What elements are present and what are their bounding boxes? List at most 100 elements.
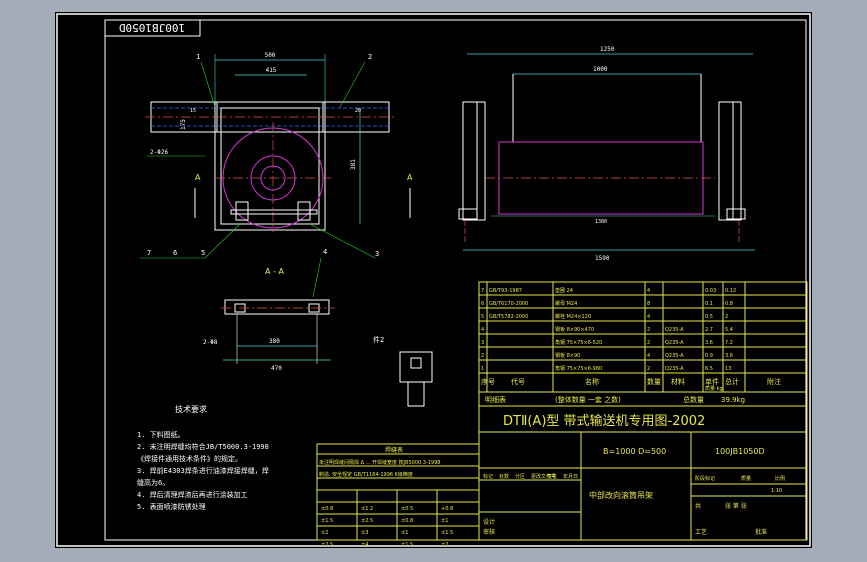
weld-cell: ±2 [441, 542, 448, 548]
bom-cell: 5 [481, 314, 484, 320]
tech-req-title: 技术要求 [175, 404, 207, 414]
dim-side-2: 1590 [595, 255, 610, 262]
weld-table [316, 443, 480, 541]
bom-cell: GB/T93-1987 [489, 288, 522, 294]
balloon-5: 5 [201, 249, 205, 257]
bom-cell: 8 [647, 301, 650, 307]
bom-header-cell: 代号 [511, 377, 525, 386]
revision-header-cell: 标记 [483, 473, 493, 480]
signer-label: 审核 [483, 528, 495, 536]
tech-note-4: 缝高为6。 [137, 478, 169, 487]
tech-note-5: 4. 焊后清理焊渣后再进行涂装加工 [137, 490, 248, 499]
revision-header-cell: 签名 [547, 473, 557, 480]
weld-cell: ±2 [321, 530, 328, 536]
tech-note-6: 5. 表面喷漆防锈处理 [137, 502, 206, 511]
section-arrow-left-label: A [195, 173, 201, 182]
part-2-detail: 件2 [373, 335, 433, 407]
bom-cell: 4 [481, 327, 484, 333]
weld-cell: ±1.5 [401, 542, 413, 548]
stage-label: 阶段标记 [695, 475, 715, 482]
bom-cell: 13 [725, 366, 731, 372]
weld-cell: ±1 [441, 518, 448, 524]
bom-cell: 4 [647, 288, 650, 294]
bom-cell: 垫圈 24 [555, 287, 573, 294]
bom-header-cell: 附注 [767, 377, 781, 386]
bom-cell: 0.12 [725, 288, 736, 294]
bom-detail-note: (整体数量 一套 之数) [555, 395, 621, 404]
total-mass-value: 39.9kg [721, 396, 745, 404]
weld-cell: ±0.8 [401, 518, 413, 524]
tech-note-3: 3. 焊前E4303焊条进行油漆焊接焊缝，焊 [137, 466, 269, 475]
weld-cell: ±1 [401, 530, 408, 536]
bom-cell: 螺栓 M24×120 [555, 313, 591, 320]
bom-header-cell: 总计 [725, 377, 739, 386]
tech-note-2: 《焊接件通用技术条件》的规定。 [137, 454, 242, 463]
balloon-2: 2 [368, 53, 372, 61]
bom-cell: 2 [647, 340, 650, 346]
drawing-sheet: 100JB1050D 500 415 381 175 15 20 2-Φ26 A… [55, 12, 812, 548]
rotated-number-box: 100JB1050D [104, 19, 201, 37]
bom-cell: 2.7 [705, 327, 713, 333]
dim-side-0: 1250 [600, 46, 615, 53]
bom-header-cell: 序号 [481, 377, 495, 386]
part-name: 中部改向滚筒吊架 [589, 490, 653, 500]
section-arrow-right-label: A [407, 173, 413, 182]
bom-cell: 0.1 [705, 301, 713, 307]
weld-cell: ±4 [361, 542, 368, 548]
dim-side-3: 1380 [595, 219, 607, 225]
scale-label: 比例 [775, 475, 785, 482]
bom-cell: 钢板 8×90×470 [555, 326, 594, 333]
tech-requirements: 技术要求 1. 下料图纸。 2. 未注明焊缝均符合JB/T5000.3-1998… [137, 404, 269, 511]
bom-cell: 1 [481, 366, 484, 372]
signer-label: 工艺 [695, 528, 707, 536]
bom-cell: 3.6 [725, 353, 733, 359]
bom-cell: Q235-A [665, 366, 684, 372]
balloon-6: 6 [173, 249, 177, 257]
dim-front-0: 500 [265, 52, 276, 59]
bom-cell: 钢板 8×90 [555, 352, 580, 359]
dim-front-5: 20 [355, 108, 361, 114]
bom-cell: 3.6 [705, 340, 713, 346]
bom-detail-label: 明细表 [485, 395, 506, 404]
dim-front-2: 175 [180, 119, 187, 130]
bom-cell: Q235-A [665, 327, 684, 333]
bom-header-cell: 材料 [671, 377, 685, 386]
drawing-no-text: 100JB1050D [715, 447, 765, 456]
bom-cell: 6.5 [705, 366, 713, 372]
revision-header-cell: 分区 [515, 473, 525, 480]
bom-header-cell: 数量 [647, 377, 661, 386]
weld-cell: ±0.5 [401, 506, 413, 512]
bom-weight-unit: 质量 kg [705, 385, 723, 392]
balloon-3: 3 [375, 250, 379, 258]
signer-label: 设计 [483, 518, 495, 526]
spec-text: B=1000 D=500 [603, 447, 666, 456]
weld-cell: ±1.2 [361, 506, 373, 512]
weld-table-row2: 制造. 安全规定 GB/T1184-1996 K级精度 [319, 471, 413, 478]
rotated-drawing-number: 100JB1050D [119, 21, 185, 34]
bom-cell: 7 [481, 288, 484, 294]
bom-cell: Q235-A [665, 353, 684, 359]
section-title: A - A [265, 267, 284, 276]
note-mark: 件2 [373, 335, 384, 344]
bom-cell: 0.9 [705, 353, 713, 359]
sheet-label: 共 [695, 502, 701, 510]
revision-header-cell: 年月日 [563, 473, 578, 480]
bom-cell: 0.8 [725, 301, 733, 307]
bom-cell: 3 [481, 340, 484, 346]
weld-table-rows: ±0.8 ±1.2 ±0.5 +0.8 ±1.5 ±2.5 ±0.8 ±1 ±2 ±3 ±1 ±1.5… [321, 506, 453, 548]
sheet-of: 张 第 张 [725, 502, 747, 510]
weld-cell: ±1.5 [441, 530, 453, 536]
signer-labels: 设计审核 工艺 批准 [483, 518, 767, 536]
model-title: DTⅡ(A)型 带式输送机专用图-2002 [503, 413, 705, 429]
bom-rows: 7 GB/T93-1987 垫圈 24 4 0.03 0.126 GB/T6170-2000… [479, 287, 807, 374]
scale-value: 1:10 [771, 488, 782, 494]
bom-cell: GB/T5782-2000 [489, 314, 528, 320]
dim-section-1: 470 [271, 365, 282, 372]
weld-cell: ±2.5 [361, 518, 373, 524]
balloon-7: 7 [147, 249, 151, 257]
front-view: 500 415 381 175 15 20 2-Φ26 A A 1 2 7 6 … [140, 52, 413, 259]
signer-label: 批准 [755, 528, 767, 536]
bom-cell: 7.2 [725, 340, 733, 346]
tech-note-1: 2. 未注明焊缝均符合JB/T5000.3-1998 [137, 442, 269, 451]
drawing-canvas: 100JB1050D 500 415 381 175 15 20 2-Φ26 A… [56, 13, 811, 548]
